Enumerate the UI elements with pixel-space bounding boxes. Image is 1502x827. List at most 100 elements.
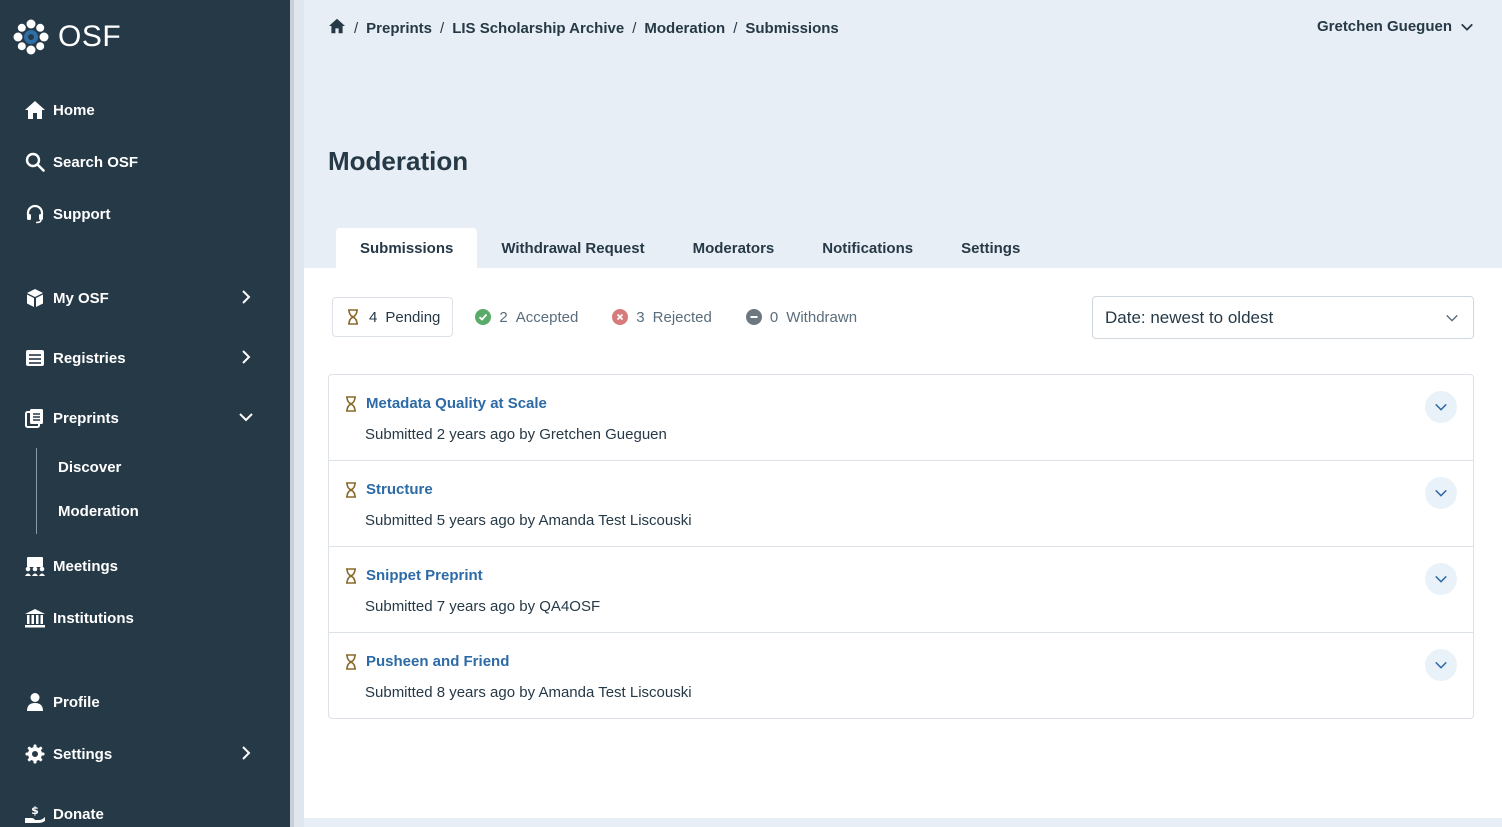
filter-rejected[interactable]: 3 Rejected	[600, 297, 724, 337]
filter-count: 0	[769, 308, 779, 326]
filter-label: Pending	[385, 308, 441, 326]
institution-icon	[24, 607, 46, 629]
sidebar-item-my-osf[interactable]: My OSF	[24, 281, 260, 315]
submission-title-link[interactable]: Pusheen and Friend	[366, 653, 509, 670]
filter-withdrawn[interactable]: 0 Withdrawn	[734, 297, 869, 337]
breadcrumb-preprints[interactable]: Preprints	[366, 20, 432, 37]
sidebar-item-donate[interactable]: $ Donate	[24, 797, 260, 827]
logo-text: OSF	[58, 20, 122, 53]
tab-submissions[interactable]: Submissions	[336, 228, 478, 268]
submission-meta: Submitted 8 years ago by Amanda Test Lis…	[365, 684, 692, 701]
registries-icon	[24, 347, 46, 369]
sidebar-item-registries[interactable]: Registries	[24, 341, 260, 375]
sidebar-resize-divider[interactable]	[290, 0, 304, 827]
sidebar-item-profile[interactable]: Profile	[24, 685, 260, 719]
sidebar-item-label: Registries	[53, 349, 126, 367]
breadcrumb-submissions: Submissions	[745, 19, 839, 37]
hourglass-icon	[345, 396, 357, 417]
chevron-right-icon	[242, 746, 251, 760]
minus-circle-icon	[745, 309, 762, 325]
check-circle-icon	[475, 309, 492, 325]
x-circle-icon	[612, 309, 629, 325]
donate-icon: $	[24, 803, 46, 825]
sidebar-item-settings[interactable]: Settings	[24, 737, 260, 771]
sidebar-item-label: Home	[53, 101, 95, 119]
breadcrumb-provider[interactable]: LIS Scholarship Archive	[452, 20, 624, 37]
sidebar-subitem-moderation[interactable]: Moderation	[58, 503, 139, 520]
user-menu[interactable]: Gretchen Gueguen	[1317, 18, 1474, 35]
breadcrumb-separator: /	[733, 19, 738, 37]
home-icon	[24, 99, 46, 121]
sort-selected-value: Date: newest to oldest	[1105, 307, 1274, 327]
filter-pending[interactable]: 4 Pending	[332, 297, 454, 337]
chevron-right-icon	[242, 350, 251, 364]
hourglass-icon	[345, 568, 357, 589]
submenu-line	[36, 448, 37, 534]
sidebar-item-support[interactable]: Support	[24, 197, 260, 231]
submission-row: Pusheen and Friend Submitted 8 years ago…	[329, 633, 1473, 718]
chevron-down-icon	[1461, 23, 1473, 31]
breadcrumb-moderation[interactable]: Moderation	[644, 20, 725, 37]
sidebar-item-home[interactable]: Home	[24, 93, 260, 127]
chevron-down-icon	[1435, 575, 1447, 583]
sidebar-item-label: Settings	[53, 745, 113, 763]
page-title: Moderation	[328, 146, 469, 176]
submission-title-link[interactable]: Structure	[366, 481, 433, 498]
submission-meta: Submitted 5 years ago by Amanda Test Lis…	[365, 512, 692, 529]
tab-withdrawal-request[interactable]: Withdrawal Request	[477, 228, 668, 268]
submission-title-link[interactable]: Snippet Preprint	[366, 567, 483, 584]
chevron-down-icon	[1435, 403, 1447, 411]
filter-label: Rejected	[652, 308, 712, 326]
filter-count: 3	[636, 308, 645, 326]
user-name: Gretchen Gueguen	[1316, 18, 1452, 35]
moderation-tabs: Submissions Withdrawal Request Moderator…	[336, 228, 1044, 268]
chevron-down-icon	[1435, 489, 1447, 497]
sidebar-item-meetings[interactable]: Meetings	[24, 549, 260, 583]
sidebar-item-institutions[interactable]: Institutions	[24, 601, 260, 635]
svg-text:$: $	[31, 804, 39, 817]
hourglass-icon	[345, 482, 357, 503]
hourglass-icon	[345, 654, 357, 675]
chevron-down-icon	[1446, 314, 1458, 322]
meetings-icon	[24, 555, 46, 577]
sidebar-item-label: Preprints	[53, 409, 119, 427]
sidebar-item-preprints[interactable]: Preprints	[24, 401, 260, 435]
headset-icon	[24, 203, 46, 225]
sidebar-item-label: Support	[53, 205, 111, 223]
expand-button[interactable]	[1425, 563, 1457, 595]
sidebar-subitem-discover[interactable]: Discover	[58, 459, 121, 476]
submission-row: Snippet Preprint Submitted 7 years ago b…	[329, 547, 1473, 633]
expand-button[interactable]	[1425, 649, 1457, 681]
osf-logo[interactable]: OSF	[12, 18, 121, 56]
breadcrumb-separator: /	[440, 19, 445, 37]
filter-label: Accepted	[515, 308, 579, 326]
sidebar-item-search[interactable]: Search OSF	[24, 145, 260, 179]
chevron-down-icon	[239, 413, 253, 422]
expand-button[interactable]	[1425, 391, 1457, 423]
submission-row: Structure Submitted 5 years ago by Amand…	[329, 461, 1473, 547]
submissions-list: Metadata Quality at Scale Submitted 2 ye…	[328, 374, 1474, 719]
filter-label: Withdrawn	[786, 308, 858, 326]
main-content: / Preprints / LIS Scholarship Archive / …	[304, 0, 1502, 818]
user-icon	[24, 691, 46, 713]
sidebar: OSF Home Search OSF Support My OSF Regis…	[0, 0, 290, 827]
chevron-right-icon	[242, 290, 251, 304]
tab-moderators[interactable]: Moderators	[669, 228, 799, 268]
expand-button[interactable]	[1425, 477, 1457, 509]
submission-title-link[interactable]: Metadata Quality at Scale	[366, 395, 547, 412]
page-header: / Preprints / LIS Scholarship Archive / …	[304, 0, 1502, 268]
sort-dropdown[interactable]: Date: newest to oldest	[1092, 296, 1474, 339]
hourglass-icon	[345, 309, 361, 325]
submission-meta: Submitted 7 years ago by QA4OSF	[365, 598, 601, 615]
osf-logo-icon	[13, 19, 49, 55]
tab-notifications[interactable]: Notifications	[798, 228, 937, 268]
sidebar-item-label: My OSF	[53, 289, 109, 307]
tab-settings[interactable]: Settings	[937, 228, 1044, 268]
status-filters: 4 Pending 2 Accepted 3 Rejected 0 Withdr…	[332, 297, 879, 337]
sidebar-item-label: Institutions	[53, 609, 134, 627]
breadcrumb-separator: /	[354, 19, 359, 37]
filter-accepted[interactable]: 2 Accepted	[463, 297, 590, 337]
sidebar-item-label: Meetings	[53, 557, 119, 575]
home-breadcrumb-icon[interactable]	[328, 18, 346, 38]
breadcrumb-separator: /	[632, 19, 637, 37]
